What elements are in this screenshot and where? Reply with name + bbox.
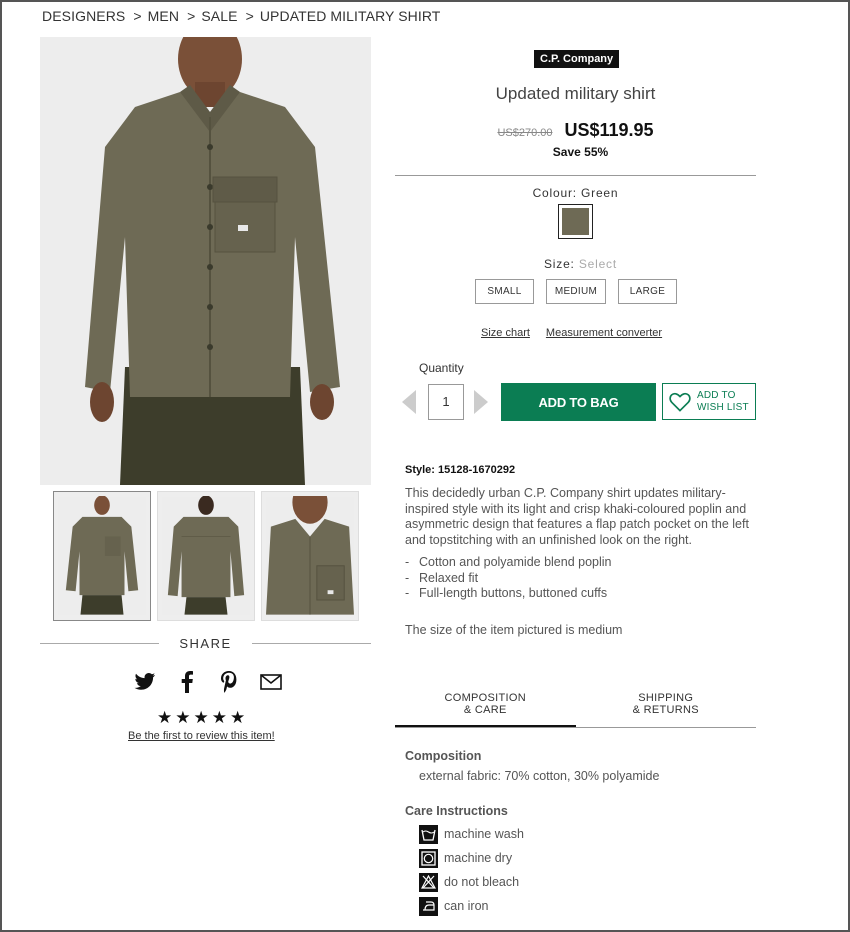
thumbnail-back[interactable] [157, 491, 255, 621]
quantity-increase-button[interactable] [474, 390, 488, 414]
tab-composition-line1: COMPOSITION [444, 692, 527, 704]
no-bleach-icon [419, 872, 438, 892]
brand-badge[interactable]: C.P. Company [534, 50, 620, 68]
machine-dry-icon [419, 848, 438, 868]
thumbnail-closeup-image [266, 496, 354, 615]
tab-shipping-line1: SHIPPING [638, 692, 694, 704]
breadcrumb-separator: > [187, 8, 196, 24]
tab-composition-line2: & CARE [463, 704, 507, 716]
breadcrumb-men[interactable]: MEN [148, 8, 179, 24]
add-to-wishlist-button[interactable]: ADD TO WISH LIST [662, 383, 756, 420]
quantity-label: Quantity [419, 361, 464, 375]
size-label: Size: Select [395, 257, 756, 271]
product-main-image[interactable] [40, 37, 371, 485]
care-instructions: machine wash machine dry do not bleach c… [419, 822, 524, 918]
tab-shipping-line2: & RETURNS [632, 704, 699, 716]
thumbnail-front-image [58, 496, 146, 615]
twitter-icon[interactable] [133, 670, 157, 694]
size-large-button[interactable]: LARGE [618, 279, 677, 304]
size-small-button[interactable]: SMALL [475, 279, 534, 304]
breadcrumb-designers[interactable]: DESIGNERS [42, 8, 125, 24]
first-review-link[interactable]: Be the first to review this item! [128, 730, 275, 742]
colour-label: Colour: Green [395, 186, 756, 200]
quantity-input[interactable]: 1 [428, 384, 464, 420]
product-title: Updated military shirt [495, 84, 656, 103]
share-divider-right [251, 643, 372, 644]
care-label: can iron [444, 899, 489, 913]
shirt-illustration [40, 37, 371, 485]
wishlist-label: ADD TO WISH LIST [697, 390, 749, 414]
sale-price: US$119.95 [564, 120, 654, 140]
divider [395, 175, 756, 176]
size-links: Size chart Measurement converter [481, 327, 662, 339]
email-icon[interactable] [259, 670, 283, 694]
pinterest-icon[interactable] [217, 670, 241, 694]
measurement-converter-link[interactable]: Measurement converter [546, 327, 662, 339]
product-description: This decidedly urban C.P. Company shirt … [405, 486, 749, 547]
colour-label-text: Colour: [532, 186, 577, 200]
feature-item: Relaxed fit [405, 571, 612, 587]
breadcrumb-sale[interactable]: SALE [201, 8, 237, 24]
feature-list: Cotton and polyamide blend poplin Relaxe… [405, 555, 612, 602]
size-options: SMALL MEDIUM LARGE [475, 279, 677, 304]
pictured-size-note: The size of the item pictured is medium [405, 623, 623, 637]
thumbnail-closeup[interactable] [261, 491, 359, 621]
breadcrumb-current: UPDATED MILITARY SHIRT [259, 8, 441, 24]
heart-icon [669, 392, 691, 412]
composition-value: external fabric: 70% cotton, 30% polyami… [419, 769, 660, 783]
tab-shipping-returns[interactable]: SHIPPING & RETURNS [576, 690, 757, 727]
thumbnail-strip [53, 491, 359, 621]
share-divider-left [40, 643, 160, 644]
price-row: US$270.00 US$119.95 [395, 120, 756, 141]
machine-wash-icon [419, 824, 438, 844]
care-label: do not bleach [444, 875, 520, 889]
quantity-decrease-button[interactable] [402, 390, 416, 414]
social-icons [133, 670, 283, 694]
thumbnail-front[interactable] [53, 491, 151, 621]
wishlist-label-line1: ADD TO [697, 389, 736, 401]
care-item-wash: machine wash [419, 822, 524, 846]
facebook-icon[interactable] [175, 670, 199, 694]
add-to-bag-button[interactable]: ADD TO BAG [501, 383, 656, 421]
size-medium-button[interactable]: MEDIUM [546, 279, 606, 304]
care-item-bleach: do not bleach [419, 870, 524, 894]
wishlist-label-line2: WISH LIST [697, 401, 749, 413]
size-placeholder: Select [578, 257, 617, 271]
breadcrumb-separator: > [245, 8, 254, 24]
info-tabs: COMPOSITION & CARE SHIPPING & RETURNS [395, 690, 756, 728]
care-item-dry: machine dry [419, 846, 524, 870]
share-section: SHARE [40, 636, 372, 651]
swatch-fill [562, 208, 589, 235]
share-label: SHARE [179, 636, 232, 651]
care-heading: Care Instructions [405, 804, 508, 818]
breadcrumb: DESIGNERS > MEN > SALE > UPDATED MILITAR… [42, 8, 440, 24]
size-label-text: Size: [544, 257, 575, 271]
colour-value: Green [581, 186, 619, 200]
feature-item: Full-length buttons, buttoned cuffs [405, 586, 612, 602]
style-number: Style: 15128-1670292 [405, 464, 516, 476]
care-label: machine wash [444, 827, 524, 841]
savings-label: Save 55% [552, 145, 609, 159]
rating-stars: ★★★★★ [157, 708, 249, 727]
colour-swatch-green[interactable] [558, 204, 593, 239]
original-price: US$270.00 [497, 127, 553, 139]
breadcrumb-separator: > [133, 8, 142, 24]
feature-item: Cotton and polyamide blend poplin [405, 555, 612, 571]
size-chart-link[interactable]: Size chart [481, 327, 530, 339]
care-item-iron: can iron [419, 894, 524, 918]
thumbnail-back-image [162, 496, 250, 615]
composition-heading: Composition [405, 749, 482, 763]
tab-composition-care[interactable]: COMPOSITION & CARE [395, 690, 576, 727]
iron-icon [419, 896, 438, 916]
care-label: machine dry [444, 851, 513, 865]
